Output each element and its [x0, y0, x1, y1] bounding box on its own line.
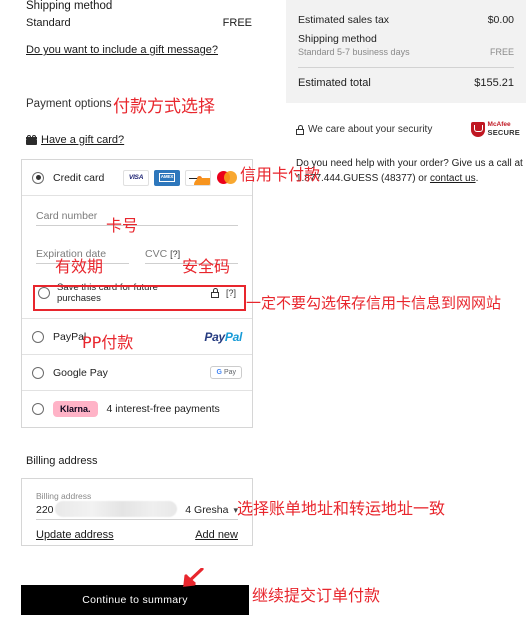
mcafee-shield-icon: [470, 122, 485, 137]
continue-to-summary-button[interactable]: Continue to summary: [21, 585, 249, 615]
contact-us-link[interactable]: contact us: [430, 173, 476, 184]
cvc-label: CVC: [145, 248, 168, 260]
annotation-expiration: 有效期: [55, 257, 104, 276]
gift-card-link[interactable]: Have a gift card?: [41, 134, 124, 146]
billing-address-card: Billing address 220 4 Gresha ▾ Update ad…: [21, 478, 253, 546]
order-summary-panel: Estimated sales tax $0.00 Shipping metho…: [286, 0, 526, 103]
billing-address-actions: Update address Add new: [36, 529, 238, 541]
sales-tax-value: $0.00: [487, 14, 514, 26]
gift-message-link[interactable]: Do you want to include a gift message?: [26, 44, 218, 56]
annotation-billing-address: 选择账单地址和转运地址一致: [237, 499, 446, 518]
help-text: Do you need help with your order? Give u…: [296, 157, 524, 186]
radio-google-pay[interactable]: [32, 366, 44, 379]
estimated-total-row: Estimated total $155.21: [298, 77, 514, 89]
visa-icon: VISA: [123, 169, 149, 186]
sales-tax-label: Estimated sales tax: [298, 14, 390, 26]
shipping-option-price: FREE: [222, 17, 252, 29]
sales-tax-row: Estimated sales tax $0.00: [298, 14, 514, 26]
amex-icon: AMEX: [154, 169, 180, 186]
add-new-address-link[interactable]: Add new: [195, 529, 238, 541]
mcafee-line2: SECURE: [487, 127, 520, 137]
radio-credit-card[interactable]: [32, 171, 44, 184]
lock-icon: [211, 288, 219, 298]
summary-shipping-sub-row: Standard 5-7 business days FREE: [298, 47, 514, 57]
discover-icon: [185, 169, 211, 186]
estimated-total-value: $155.21: [474, 77, 514, 89]
payment-option-credit-card-label: Credit card: [53, 171, 105, 184]
annotation-save-card: 一定不要勾选保存信用卡信息到网网站: [246, 294, 502, 312]
security-lock-icon: [296, 124, 304, 135]
summary-divider: [298, 67, 514, 68]
annotation-credit-card: 信用卡付款: [240, 165, 321, 184]
annotation-paypal: PP付款: [82, 333, 134, 352]
annotation-card-number: 卡号: [106, 216, 139, 235]
gift-card-icon: [26, 135, 37, 145]
security-row: We care about your security McAfee SECUR…: [296, 121, 520, 137]
payment-option-paypal[interactable]: PayPal PayPal: [22, 319, 252, 355]
checkout-page: Shipping method Standard FREE Do you wan…: [0, 0, 526, 621]
billing-address-field-label: Billing address: [36, 491, 92, 501]
shipping-option-label: Standard: [26, 17, 71, 29]
klarna-icon: Klarna.: [53, 401, 98, 417]
payment-option-klarna[interactable]: Klarna. 4 interest-free payments: [22, 391, 252, 427]
radio-klarna[interactable]: [32, 403, 44, 415]
save-card-checkbox[interactable]: [38, 287, 50, 299]
annotation-cvc: 安全码: [182, 257, 231, 276]
payment-option-google-pay[interactable]: Google Pay G Pay: [22, 355, 252, 391]
payment-option-credit-card[interactable]: Credit card VISA AMEX: [22, 160, 252, 196]
mcafee-secure-badge: McAfee SECURE: [470, 121, 520, 137]
gift-card-row[interactable]: Have a gift card?: [26, 134, 124, 146]
billing-address-select[interactable]: 220 4 Gresha ▾: [36, 501, 238, 520]
summary-shipping-method-label: Shipping method: [298, 33, 377, 45]
billing-address-value-start: 220: [36, 504, 54, 516]
annotation-payment-options: 付款方式选择: [113, 97, 215, 117]
help-text-after: .: [475, 172, 479, 184]
help-text-mid: or: [415, 172, 430, 184]
mcafee-badge-text: McAfee SECURE: [487, 121, 520, 137]
annotation-arrow-icon: [183, 568, 204, 587]
payment-methods-list: Credit card VISA AMEX Card number Expira…: [21, 159, 253, 428]
cvc-help-icon[interactable]: [?]: [170, 249, 180, 259]
shipping-method-title-text: Shipping method: [26, 0, 113, 12]
help-text-before: Do you need help with your order? Give u…: [296, 158, 523, 169]
radio-paypal[interactable]: [32, 330, 44, 343]
security-text: We care about your security: [308, 124, 433, 135]
payment-options-title: Payment options: [26, 98, 112, 110]
annotation-continue: 继续提交订单付款: [252, 586, 381, 605]
paypal-icon: PayPal: [204, 329, 242, 344]
checkout-left-column: Shipping method Standard FREE Do you wan…: [0, 0, 280, 621]
summary-shipping-sub-value: FREE: [489, 47, 514, 57]
google-pay-icon: G Pay: [210, 366, 242, 379]
billing-address-value-end: 4 Gresha: [185, 504, 229, 516]
mastercard-icon: [216, 169, 242, 186]
billing-address-redaction: [55, 501, 177, 517]
card-brand-logos: VISA AMEX: [123, 169, 242, 186]
shipping-standard-row: Standard FREE: [26, 17, 252, 29]
payment-option-klarna-label: 4 interest-free payments: [106, 403, 220, 415]
update-address-link[interactable]: Update address: [36, 529, 114, 541]
save-card-row[interactable]: Save this card for future purchases [?]: [36, 278, 238, 308]
save-card-help-icon[interactable]: [?]: [226, 288, 236, 298]
estimated-total-label: Estimated total: [298, 77, 371, 89]
save-card-label: Save this card for future purchases: [57, 282, 158, 304]
summary-shipping-sub-label: Standard 5-7 business days: [298, 47, 410, 57]
payment-option-google-pay-label: Google Pay: [53, 366, 108, 379]
billing-address-title: Billing address: [26, 455, 98, 467]
shipping-method-title: Shipping method: [26, 0, 252, 12]
